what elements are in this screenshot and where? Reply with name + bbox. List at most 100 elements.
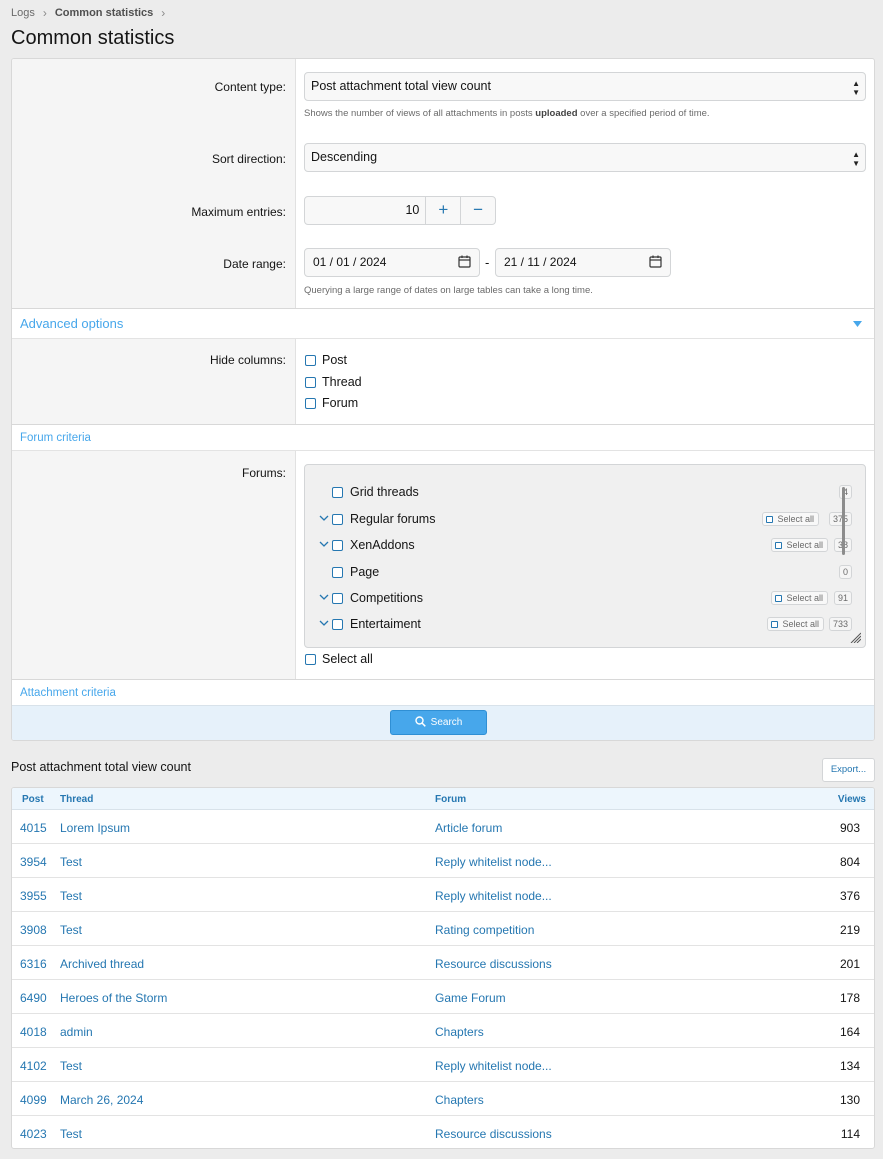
column-thread[interactable]: Thread <box>60 794 93 805</box>
table-row: 4018 admin Chapters 164 <box>12 1014 874 1048</box>
table-row: 4102 Test Reply whitelist node... 134 <box>12 1048 874 1082</box>
select-arrows-icon: ▲ ▼ <box>852 79 860 97</box>
statistics-form: Content type: Post attachment total view… <box>11 58 875 741</box>
forum-link[interactable]: Reply whitelist node... <box>435 1059 552 1073</box>
forum-name[interactable]: XenAddons <box>350 538 415 552</box>
forum-name[interactable]: Competitions <box>350 591 423 605</box>
forum-count-badge: 0 <box>838 565 852 579</box>
forum-name[interactable]: Entertaiment <box>350 617 421 631</box>
export-button[interactable]: Export... <box>822 758 875 782</box>
hide-columns-section <box>12 339 874 424</box>
thread-link[interactable]: March 26, 2024 <box>60 1093 143 1107</box>
forum-link[interactable]: Article forum <box>435 821 502 835</box>
post-link[interactable]: 6316 <box>20 957 47 971</box>
thread-link[interactable]: admin <box>60 1025 93 1039</box>
search-button[interactable]: Search <box>390 710 487 735</box>
forum-checkbox[interactable] <box>332 540 343 551</box>
calendar-icon[interactable] <box>458 255 471 268</box>
select-all-forums-label[interactable]: Select all <box>322 652 373 666</box>
date-from-value: 01 / 01 / 2024 <box>313 255 387 269</box>
increment-button[interactable]: + <box>425 197 460 224</box>
search-icon <box>414 716 426 727</box>
forums-label: Forums: <box>241 466 286 480</box>
breadcrumb-common-statistics[interactable]: Common statistics <box>55 7 153 19</box>
calendar-icon[interactable] <box>649 255 662 268</box>
date-range-hint: Querying a large range of dates on large… <box>304 285 593 296</box>
forum-name[interactable]: Grid threads <box>350 485 419 499</box>
select-all-button[interactable]: Select all <box>771 591 828 605</box>
thread-link[interactable]: Test <box>60 923 82 937</box>
post-link[interactable]: 3908 <box>20 923 47 937</box>
select-all-button[interactable]: Select all <box>767 617 824 631</box>
hide-forum-checkbox[interactable] <box>305 398 316 409</box>
forum-checkbox[interactable] <box>332 567 343 578</box>
scrollbar[interactable] <box>842 487 845 555</box>
post-link[interactable]: 4102 <box>20 1059 47 1073</box>
thread-link[interactable]: Test <box>60 855 82 869</box>
forum-tree-item: Page 0 <box>305 564 865 584</box>
forum-link[interactable]: Rating competition <box>435 923 534 937</box>
attachment-criteria-toggle[interactable]: Attachment criteria <box>12 679 874 707</box>
column-views[interactable]: Views <box>838 794 866 805</box>
select-all-button[interactable]: Select all <box>771 538 828 552</box>
forum-checkbox[interactable] <box>332 514 343 525</box>
forum-criteria-toggle[interactable]: Forum criteria <box>12 424 874 451</box>
select-all-button[interactable]: Select all <box>762 512 819 526</box>
forum-checkbox[interactable] <box>332 593 343 604</box>
hide-forum-label[interactable]: Forum <box>322 396 358 410</box>
max-entries-label: Maximum entries: <box>191 205 286 219</box>
thread-link[interactable]: Test <box>60 1059 82 1073</box>
sort-direction-value: Descending <box>311 150 378 164</box>
forum-link[interactable]: Reply whitelist node... <box>435 855 552 869</box>
select-all-forums-checkbox[interactable] <box>305 654 316 665</box>
forum-name[interactable]: Regular forums <box>350 512 435 526</box>
thread-link[interactable]: Archived thread <box>60 957 144 971</box>
table-row: 4015 Lorem Ipsum Article forum 903 <box>12 810 874 844</box>
forum-link[interactable]: Reply whitelist node... <box>435 889 552 903</box>
post-link[interactable]: 4099 <box>20 1093 47 1107</box>
post-link[interactable]: 4018 <box>20 1025 47 1039</box>
forum-link[interactable]: Resource discussions <box>435 957 552 971</box>
thread-link[interactable]: Heroes of the Storm <box>60 991 167 1005</box>
decrement-button[interactable]: − <box>460 197 495 224</box>
hide-post-label[interactable]: Post <box>322 353 347 367</box>
chevron-down-icon[interactable] <box>318 616 330 630</box>
post-link[interactable]: 4015 <box>20 821 47 835</box>
chevron-down-icon[interactable] <box>318 511 330 525</box>
hide-thread-checkbox[interactable] <box>305 377 316 388</box>
thread-link[interactable]: Test <box>60 889 82 903</box>
content-type-select[interactable]: Post attachment total view count ▲ ▼ <box>304 72 866 101</box>
column-post[interactable]: Post <box>22 794 44 805</box>
forum-name[interactable]: Page <box>350 565 379 579</box>
content-type-value: Post attachment total view count <box>311 79 491 93</box>
post-link[interactable]: 4023 <box>20 1127 47 1141</box>
post-link[interactable]: 3955 <box>20 889 47 903</box>
table-row: 6490 Heroes of the Storm Game Forum 178 <box>12 980 874 1014</box>
breadcrumb-logs[interactable]: Logs <box>11 7 35 19</box>
post-link[interactable]: 3954 <box>20 855 47 869</box>
date-to-input[interactable]: 21 / 11 / 2024 <box>495 248 671 277</box>
post-link[interactable]: 6490 <box>20 991 47 1005</box>
column-forum[interactable]: Forum <box>435 794 466 805</box>
resize-handle-icon[interactable] <box>849 631 861 643</box>
table-row: 3954 Test Reply whitelist node... 804 <box>12 844 874 878</box>
advanced-options-toggle[interactable]: Advanced options <box>12 308 874 339</box>
forum-checkbox[interactable] <box>332 487 343 498</box>
forum-link[interactable]: Game Forum <box>435 991 506 1005</box>
hide-thread-label[interactable]: Thread <box>322 375 362 389</box>
thread-link[interactable]: Test <box>60 1127 82 1141</box>
thread-link[interactable]: Lorem Ipsum <box>60 821 130 835</box>
chevron-down-icon[interactable] <box>318 590 330 604</box>
sort-direction-select[interactable]: Descending ▲ ▼ <box>304 143 866 172</box>
forum-count-badge: 4 <box>838 485 852 499</box>
views-value: 903 <box>839 821 860 835</box>
views-value: 804 <box>839 855 860 869</box>
forum-checkbox[interactable] <box>332 619 343 630</box>
forum-link[interactable]: Resource discussions <box>435 1127 552 1141</box>
forum-link[interactable]: Chapters <box>435 1025 484 1039</box>
date-from-input[interactable]: 01 / 01 / 2024 <box>304 248 480 277</box>
forum-link[interactable]: Chapters <box>435 1093 484 1107</box>
hide-post-checkbox[interactable] <box>305 355 316 366</box>
max-entries-input[interactable]: 10 <box>305 197 425 224</box>
chevron-down-icon[interactable] <box>318 537 330 551</box>
